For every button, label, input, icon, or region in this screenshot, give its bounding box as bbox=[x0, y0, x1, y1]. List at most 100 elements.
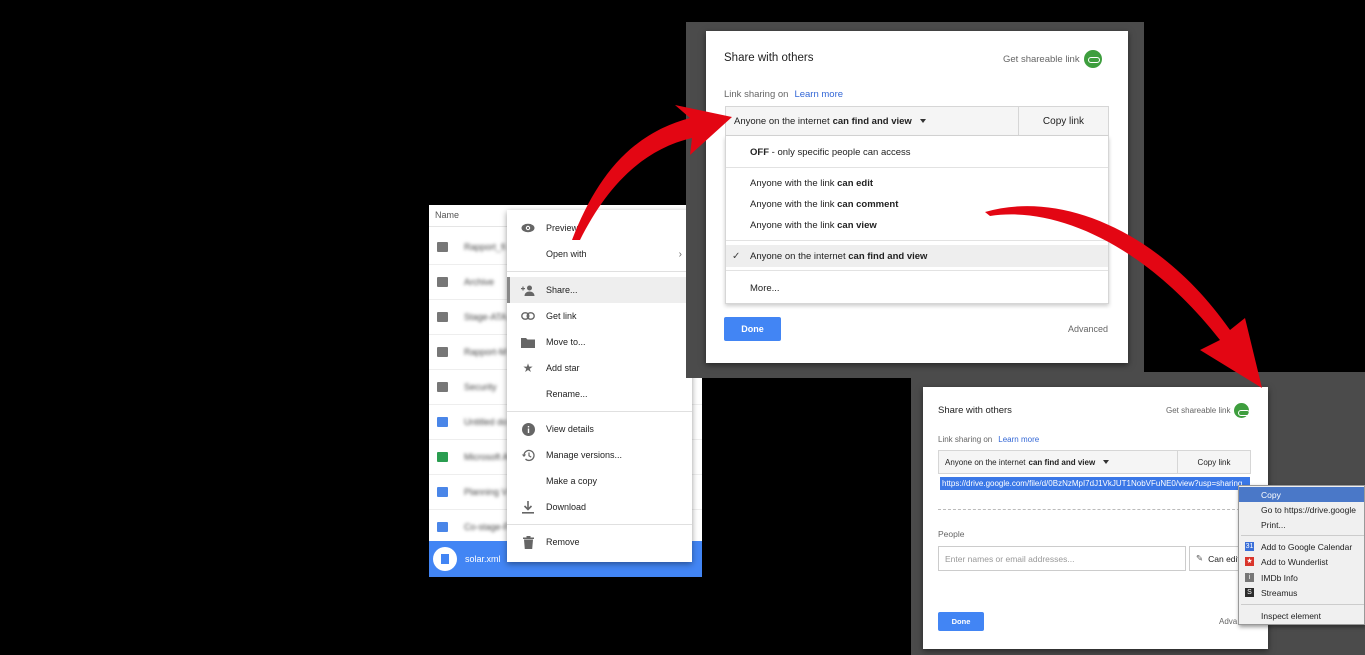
file-name: Co-stage-F bbox=[464, 522, 510, 532]
dropdown-arrow-icon bbox=[1103, 460, 1110, 464]
calendar-icon: 31 bbox=[1245, 542, 1254, 551]
option-internet-can-find-and-view[interactable]: ✓ Anyone on the internet can find and vi… bbox=[726, 245, 1108, 267]
option-more[interactable]: More... bbox=[726, 277, 1108, 299]
copy-link-button[interactable]: Copy link bbox=[1018, 107, 1108, 135]
folder-icon bbox=[437, 347, 448, 357]
dialog-title: Share with others bbox=[724, 52, 814, 64]
menu-item-inspect-element[interactable]: Inspect element bbox=[1239, 608, 1364, 623]
option-off[interactable]: OFF - only specific people can access bbox=[726, 141, 1108, 163]
divider bbox=[507, 271, 692, 272]
file-name: Planning V bbox=[464, 487, 508, 497]
menu-item-make-copy[interactable]: Make a copy bbox=[507, 468, 692, 494]
dropdown-arrow-icon bbox=[919, 119, 926, 123]
copy-link-button[interactable]: Copy link bbox=[1177, 451, 1250, 473]
done-button[interactable]: Done bbox=[938, 612, 984, 631]
context-menu: Preview Open with › Share... Get link Mo… bbox=[507, 210, 692, 562]
menu-item-copy[interactable]: Copy bbox=[1239, 487, 1364, 502]
menu-item-move-to[interactable]: Move to... bbox=[507, 329, 692, 355]
menu-item-open-with[interactable]: Open with › bbox=[507, 241, 692, 267]
menu-item-add-to-wunderlist[interactable]: ★ Add to Wunderlist bbox=[1239, 554, 1364, 569]
link-access-select[interactable]: Anyone on the internet can find and view… bbox=[938, 450, 1251, 474]
folder-icon bbox=[437, 312, 448, 322]
sheet-icon bbox=[437, 452, 448, 462]
divider bbox=[726, 240, 1108, 241]
menu-item-go-to-url[interactable]: Go to https://drive.google bbox=[1239, 502, 1364, 517]
imdb-icon: i bbox=[1245, 573, 1254, 582]
learn-more-link[interactable]: Learn more bbox=[998, 435, 1039, 444]
advanced-link[interactable]: Adva bbox=[1219, 617, 1237, 626]
advanced-link[interactable]: Advanced bbox=[1068, 324, 1108, 334]
option-link-can-edit[interactable]: Anyone with the link can edit bbox=[726, 172, 1108, 194]
file-name: Rapport_fi bbox=[464, 242, 506, 252]
trash-icon bbox=[521, 535, 535, 549]
option-link-can-view[interactable]: Anyone with the link can view bbox=[726, 214, 1108, 236]
divider bbox=[726, 167, 1108, 168]
file-icon bbox=[433, 547, 457, 571]
doc-icon bbox=[437, 487, 448, 497]
pencil-icon: ✎ bbox=[1196, 553, 1204, 563]
chevron-right-icon: › bbox=[678, 248, 682, 260]
shareable-url-field[interactable]: https://drive.google.com/file/d/0BzNzMpI… bbox=[940, 477, 1250, 490]
divider bbox=[1241, 535, 1364, 536]
link-sharing-status: Link sharing on Learn more bbox=[724, 89, 844, 100]
divider bbox=[507, 411, 692, 412]
file-name: Archive bbox=[464, 277, 495, 287]
menu-item-view-details[interactable]: View details bbox=[507, 416, 692, 442]
streamus-icon: S bbox=[1245, 588, 1254, 597]
access-dropdown[interactable]: Anyone on the internet can find and view bbox=[939, 451, 1177, 473]
menu-item-imdb-info[interactable]: i IMDb Info bbox=[1239, 570, 1364, 585]
menu-item-rename[interactable]: Rename... bbox=[507, 381, 692, 407]
star-icon: ★ bbox=[522, 361, 534, 375]
add-person-icon bbox=[521, 283, 535, 297]
menu-item-preview[interactable]: Preview bbox=[507, 215, 692, 241]
get-shareable-link-button[interactable]: Get shareable link bbox=[1166, 403, 1251, 418]
link-icon bbox=[1083, 50, 1102, 68]
folder-icon bbox=[437, 242, 448, 252]
menu-item-download[interactable]: Download bbox=[507, 494, 692, 520]
dialog-title: Share with others bbox=[938, 405, 1012, 416]
file-name: Untitled do bbox=[464, 417, 508, 427]
access-dropdown[interactable]: Anyone on the internet can find and view bbox=[726, 107, 1018, 135]
info-icon bbox=[521, 422, 535, 436]
folder-icon bbox=[437, 277, 448, 287]
learn-more-link[interactable]: Learn more bbox=[794, 89, 843, 100]
check-icon: ✓ bbox=[732, 250, 741, 262]
shared-folder-icon bbox=[437, 382, 448, 392]
folder-icon bbox=[521, 335, 535, 349]
download-icon bbox=[521, 500, 535, 514]
eye-icon bbox=[521, 221, 535, 235]
menu-item-streamus[interactable]: S Streamus bbox=[1239, 585, 1364, 600]
file-name: Security bbox=[464, 382, 497, 392]
link-icon bbox=[521, 309, 535, 323]
menu-item-print[interactable]: Print... bbox=[1239, 517, 1364, 532]
file-name: Microsoft A bbox=[464, 452, 509, 462]
divider bbox=[1241, 604, 1364, 605]
people-input[interactable]: Enter names or email addresses... bbox=[938, 546, 1186, 571]
link-sharing-status: Link sharing on Learn more bbox=[938, 435, 1040, 444]
link-icon bbox=[1234, 403, 1251, 418]
share-dialog bbox=[923, 387, 1268, 649]
option-link-can-comment[interactable]: Anyone with the link can comment bbox=[726, 193, 1108, 215]
people-label: People bbox=[938, 529, 965, 539]
wunderlist-icon: ★ bbox=[1245, 557, 1254, 566]
doc-icon bbox=[437, 522, 448, 532]
link-access-select[interactable]: Anyone on the internet can find and view… bbox=[725, 106, 1109, 136]
done-button[interactable]: Done bbox=[724, 317, 781, 341]
history-icon bbox=[521, 448, 535, 462]
divider bbox=[726, 270, 1108, 271]
menu-item-add-to-google-calendar[interactable]: 31 Add to Google Calendar bbox=[1239, 539, 1364, 554]
file-name: Stage-ATA bbox=[464, 312, 507, 322]
divider bbox=[938, 509, 1250, 510]
browser-context-menu: Copy Go to https://drive.google Print...… bbox=[1238, 485, 1365, 625]
file-name: Rapport-M bbox=[464, 347, 507, 357]
get-shareable-link-button[interactable]: Get shareable link bbox=[1003, 50, 1102, 68]
access-options-dropdown: OFF - only specific people can access An… bbox=[725, 136, 1109, 304]
file-name: solar.xml bbox=[465, 554, 501, 564]
divider bbox=[507, 524, 692, 525]
doc-icon bbox=[437, 417, 448, 427]
menu-item-get-link[interactable]: Get link bbox=[507, 303, 692, 329]
menu-item-remove[interactable]: Remove bbox=[507, 529, 692, 555]
menu-item-share[interactable]: Share... bbox=[507, 277, 692, 303]
menu-item-add-star[interactable]: ★ Add star bbox=[507, 355, 692, 381]
menu-item-manage-versions[interactable]: Manage versions... bbox=[507, 442, 692, 468]
